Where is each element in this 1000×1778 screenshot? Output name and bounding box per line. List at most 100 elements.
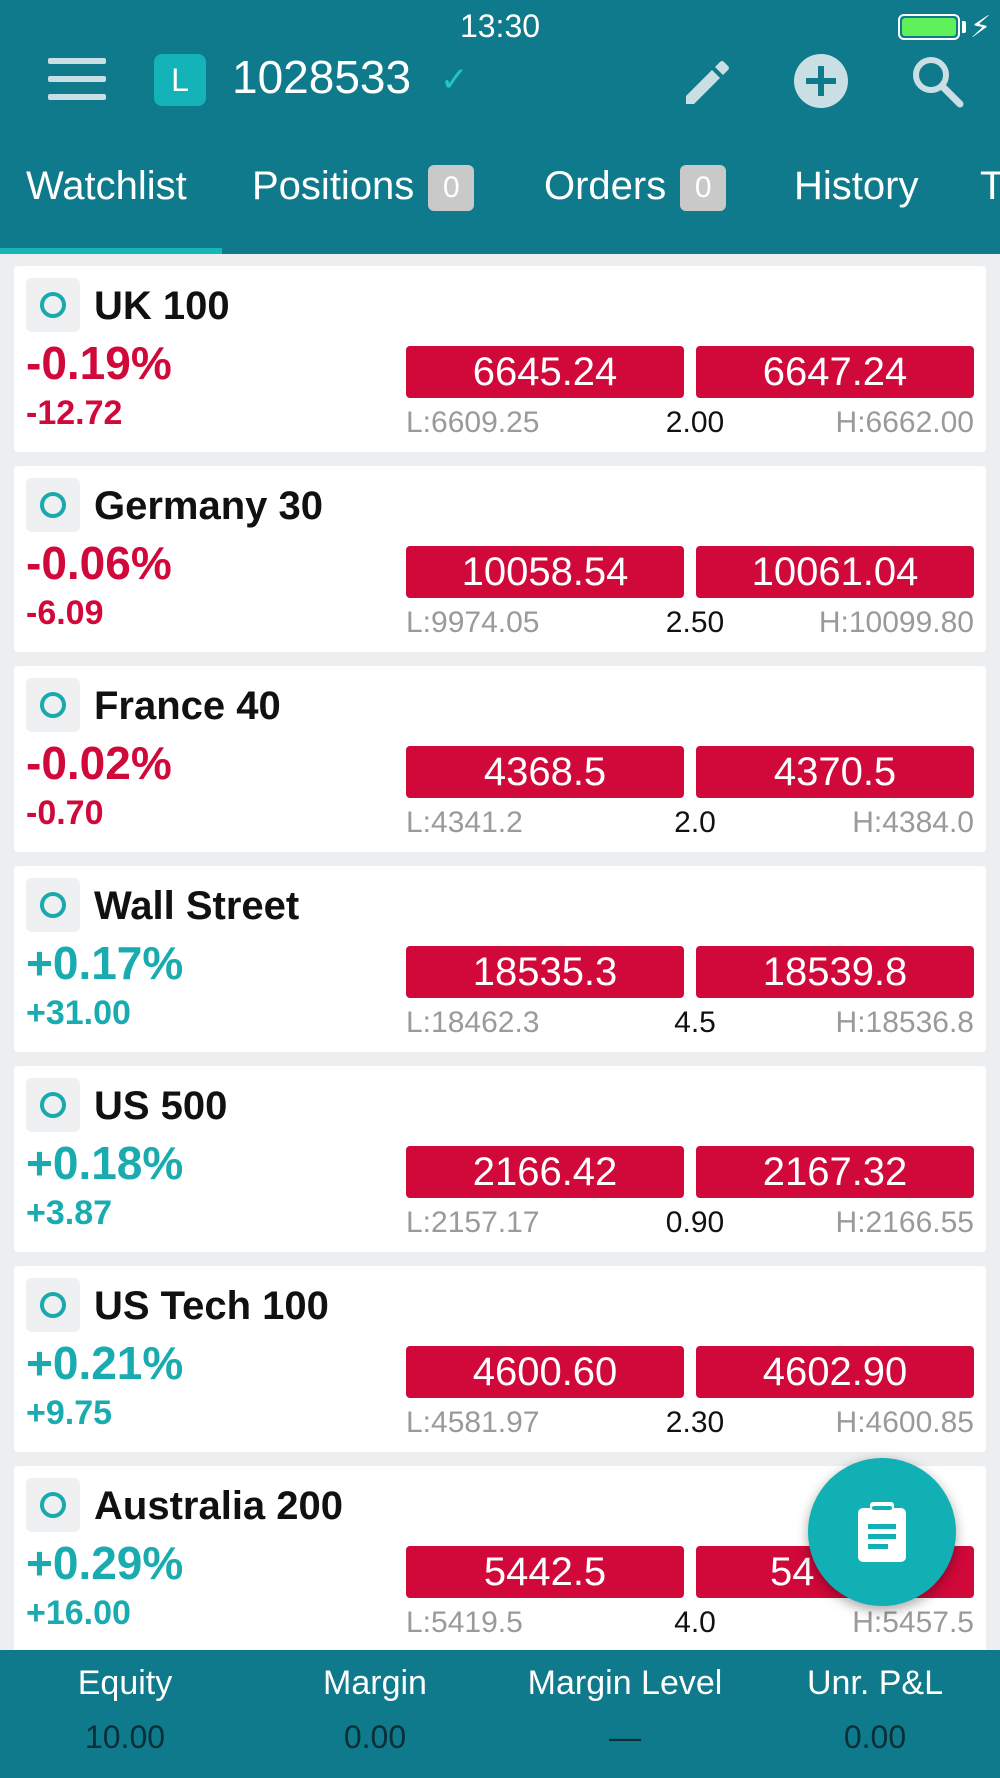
favorite-toggle-icon[interactable]	[26, 878, 80, 932]
list-item[interactable]: US 500 +0.18% +3.87 2166.42 2167.32 L:21…	[14, 1066, 986, 1252]
buy-price-button[interactable]: 4602.90	[696, 1346, 974, 1398]
spread: 2.0	[674, 806, 716, 839]
change-value: -12.72	[26, 394, 123, 432]
tab-watchlist[interactable]: Watchlist	[26, 164, 187, 209]
edit-icon[interactable]	[676, 52, 734, 110]
buy-price-button[interactable]: 18539.8	[696, 946, 974, 998]
account-number[interactable]: 1028533	[232, 50, 411, 104]
equity-summary: Equity 10.00	[0, 1664, 250, 1756]
battery-icon	[898, 14, 960, 40]
spread: 0.90	[665, 1206, 725, 1239]
tab-more[interactable]: T	[980, 164, 1000, 209]
unrealized-pnl-label: Unr. P&L	[806, 1664, 944, 1702]
buy-price-button[interactable]: 4370.5	[696, 746, 974, 798]
spread: 2.30	[665, 1406, 725, 1439]
positions-count-badge: 0	[428, 165, 475, 212]
sell-price-button[interactable]: 2166.42	[406, 1146, 684, 1198]
list-item[interactable]: UK 100 -0.19% -12.72 6645.24 6647.24 L:6…	[14, 266, 986, 452]
instrument-name: US Tech 100	[94, 1284, 329, 1328]
sell-price-button[interactable]: 18535.3	[406, 946, 684, 998]
margin-summary: Margin 0.00	[250, 1664, 500, 1756]
favorite-toggle-icon[interactable]	[26, 1078, 80, 1132]
list-item[interactable]: France 40 -0.02% -0.70 4368.5 4370.5 L:4…	[14, 666, 986, 852]
app-header: 13:30 ⚡ L 1028533 ✓ Watchlist Positions 0…	[0, 0, 1000, 254]
equity-value: 10.00	[84, 1719, 166, 1755]
sell-price-button[interactable]: 4368.5	[406, 746, 684, 798]
margin-label: Margin	[323, 1664, 427, 1702]
margin-level-label: Margin Level	[527, 1664, 723, 1702]
status-time: 13:30	[459, 8, 541, 44]
low-price: L:9974.05	[406, 606, 540, 639]
buy-price-button[interactable]: 2167.32	[696, 1146, 974, 1198]
search-icon[interactable]	[908, 52, 966, 110]
high-price: H:4600.85	[835, 1406, 974, 1439]
change-value: +31.00	[26, 994, 131, 1032]
change-percent: -0.06%	[26, 537, 172, 589]
buy-price-button[interactable]: 6647.24	[696, 346, 974, 398]
account-summary-bar: Equity 10.00 Margin 0.00 Margin Level — …	[0, 1650, 1000, 1778]
high-price: H:18536.8	[835, 1006, 974, 1039]
orders-count-badge: 0	[680, 165, 727, 212]
high-price: H:10099.80	[818, 606, 974, 639]
low-price: L:5419.5	[406, 1606, 523, 1639]
sell-price-button[interactable]: 6645.24	[406, 346, 684, 398]
instrument-name: Wall Street	[94, 884, 300, 928]
change-percent: -0.19%	[26, 337, 172, 389]
change-percent: -0.02%	[26, 737, 172, 789]
unrealized-pnl-value: 0.00	[843, 1719, 907, 1755]
low-price: L:4341.2	[406, 806, 523, 839]
low-price: L:18462.3	[406, 1006, 540, 1039]
favorite-toggle-icon[interactable]	[26, 1478, 80, 1532]
tab-label: Orders	[544, 164, 667, 208]
tab-orders[interactable]: Orders 0	[544, 164, 727, 212]
spread: 2.50	[665, 606, 725, 639]
sell-price-button[interactable]: 10058.54	[406, 546, 684, 598]
change-value: +3.87	[26, 1194, 113, 1232]
margin-level-value: —	[609, 1719, 641, 1755]
change-percent: +0.17%	[26, 937, 184, 989]
tab-bar: Watchlist Positions 0 Orders 0 History T	[0, 150, 1000, 254]
instrument-name: US 500	[94, 1084, 228, 1128]
low-price: L:6609.25	[406, 406, 540, 439]
high-price: H:2166.55	[835, 1206, 974, 1239]
list-item[interactable]: Germany 30 -0.06% -6.09 10058.54 10061.0…	[14, 466, 986, 652]
instrument-name: UK 100	[94, 284, 230, 328]
equity-label: Equity	[77, 1664, 173, 1702]
sell-price-button[interactable]: 5442.5	[406, 1546, 684, 1598]
low-price: L:2157.17	[406, 1206, 540, 1239]
favorite-toggle-icon[interactable]	[26, 678, 80, 732]
tab-label: Positions	[252, 164, 415, 208]
high-price: H:4384.0	[852, 806, 974, 839]
check-icon: ✓	[440, 60, 469, 100]
favorite-toggle-icon[interactable]	[26, 478, 80, 532]
high-price: H:5457.5	[852, 1606, 974, 1639]
account-badge: L	[154, 54, 206, 106]
change-percent: +0.21%	[26, 1337, 184, 1389]
tab-positions[interactable]: Positions 0	[252, 164, 475, 212]
instrument-name: Germany 30	[94, 484, 324, 528]
tab-label: History	[794, 164, 919, 208]
change-value: -6.09	[26, 594, 104, 632]
margin-value: 0.00	[343, 1719, 407, 1755]
sell-price-button[interactable]: 4600.60	[406, 1346, 684, 1398]
low-price: L:4581.97	[406, 1406, 540, 1439]
instrument-name: France 40	[94, 684, 281, 728]
unrealized-pnl-summary: Unr. P&L 0.00	[750, 1664, 1000, 1756]
tab-history[interactable]: History	[794, 164, 918, 209]
add-icon[interactable]	[792, 52, 850, 110]
favorite-toggle-icon[interactable]	[26, 278, 80, 332]
menu-icon[interactable]	[48, 58, 106, 100]
tab-label: T	[980, 164, 1000, 208]
change-percent: +0.18%	[26, 1137, 184, 1189]
battery-tip	[962, 21, 966, 33]
list-item[interactable]: Wall Street +0.17% +31.00 18535.3 18539.…	[14, 866, 986, 1052]
margin-level-summary: Margin Level —	[500, 1664, 750, 1756]
buy-price-button[interactable]: 10061.04	[696, 546, 974, 598]
charging-icon: ⚡	[970, 10, 992, 45]
spread: 4.5	[674, 1006, 716, 1039]
list-item[interactable]: US Tech 100 +0.21% +9.75 4600.60 4602.90…	[14, 1266, 986, 1452]
clipboard-fab-button[interactable]	[808, 1458, 956, 1606]
spread: 2.00	[665, 406, 725, 439]
favorite-toggle-icon[interactable]	[26, 1278, 80, 1332]
change-value: -0.70	[26, 794, 104, 832]
